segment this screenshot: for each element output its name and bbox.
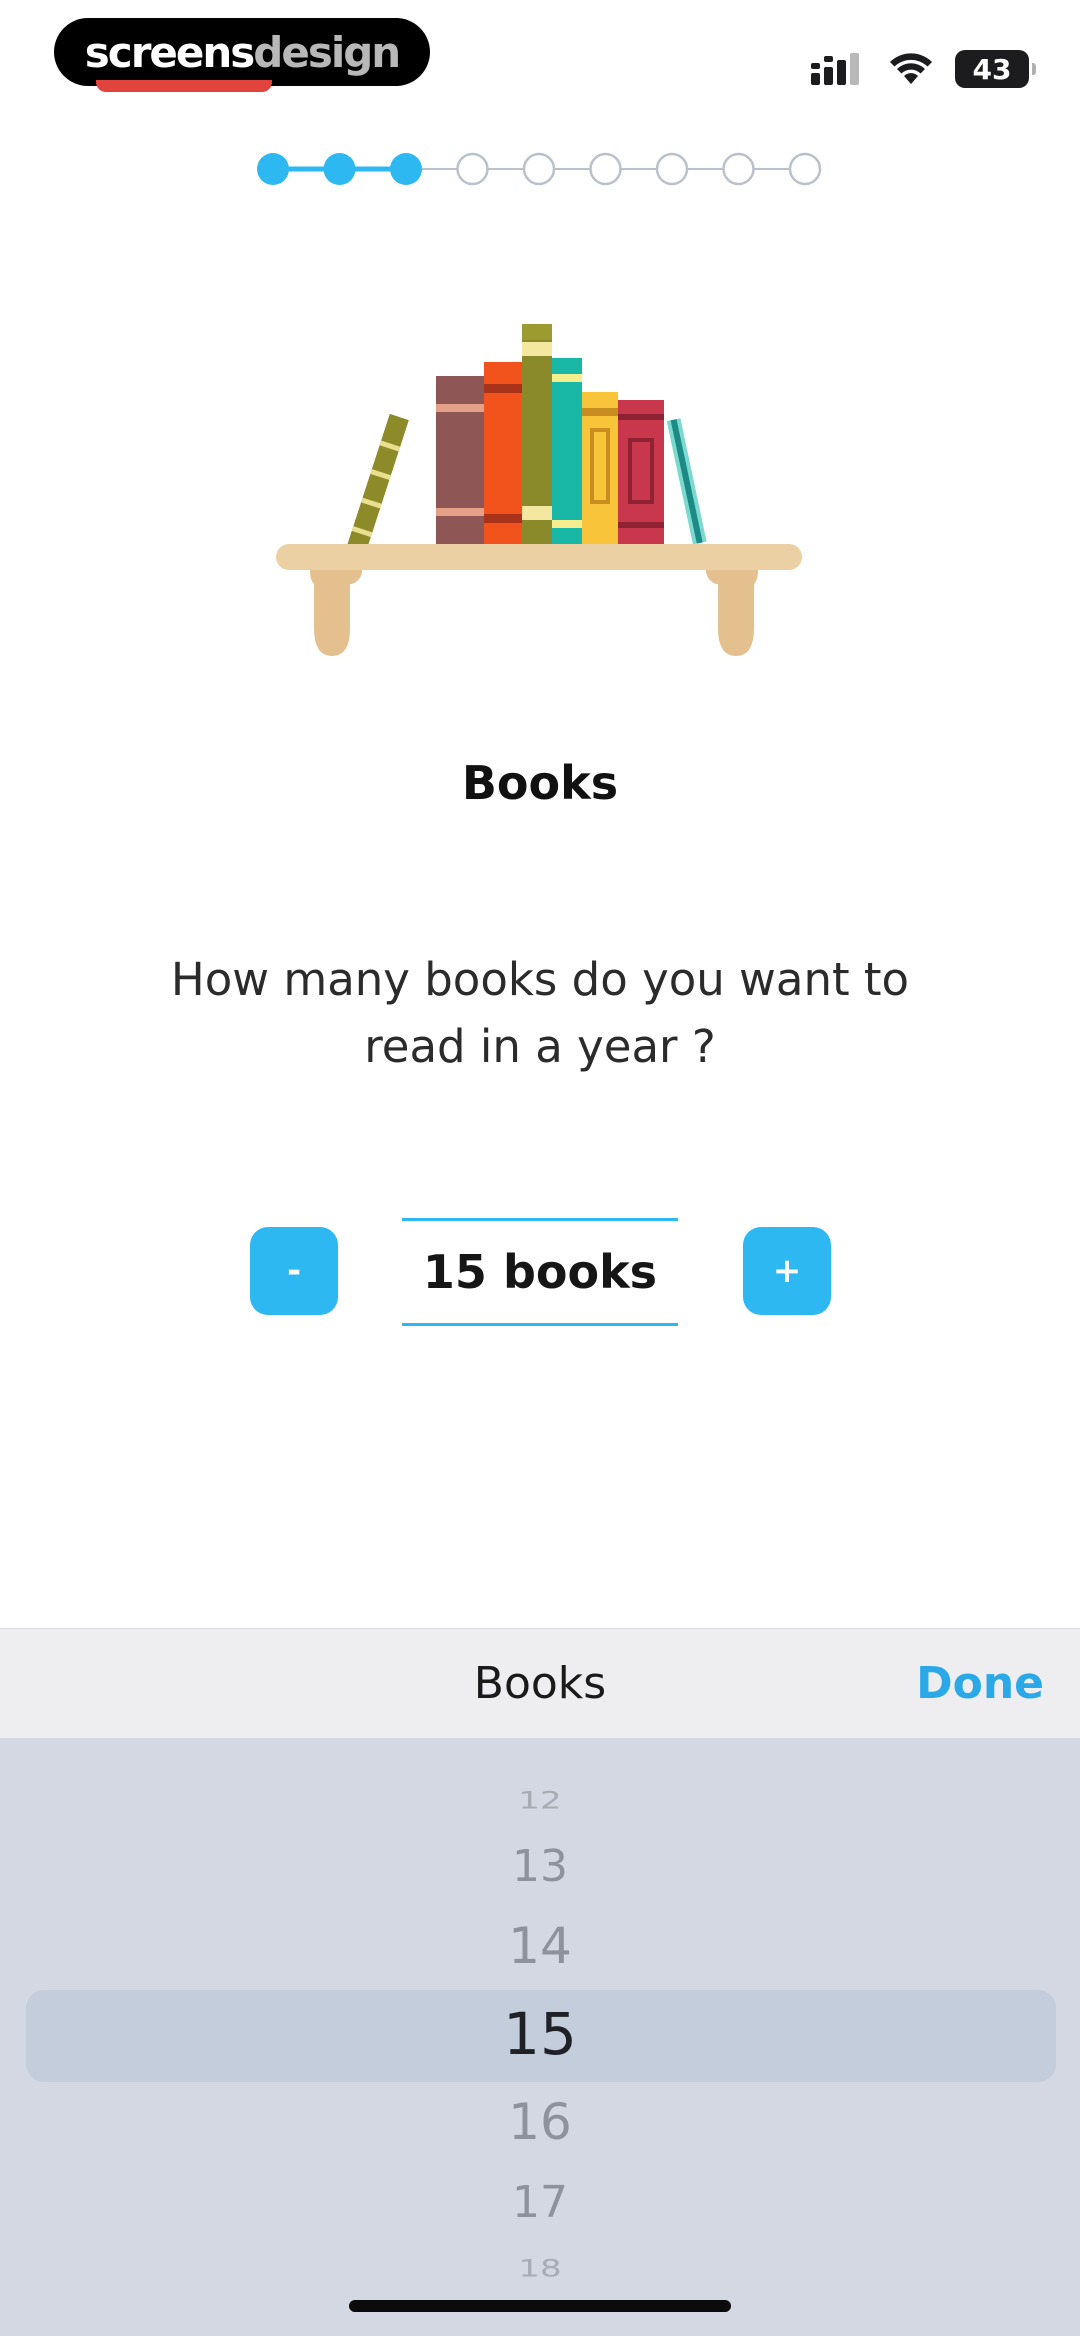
quantity-stepper: - 15 books + [0, 1218, 1080, 1326]
wifi-icon [890, 53, 932, 84]
picker-item[interactable]: 14 [0, 1917, 1080, 1975]
picker-item[interactable]: 13 [0, 1841, 1080, 1892]
battery-cap [1032, 63, 1036, 75]
books-count-field[interactable]: 15 books [402, 1218, 678, 1326]
screensdesign-watermark: screens design [54, 18, 430, 86]
question-line-1: How many books do you want to [170, 953, 910, 1006]
decrement-button[interactable]: - [250, 1227, 338, 1315]
step-dot-pending [456, 152, 489, 186]
step-dot-completed [257, 153, 289, 185]
books-goal-screen: screens design 43 Books How many books d… [0, 0, 1080, 2336]
signal-icon [811, 53, 859, 85]
picker-item[interactable]: 18 [0, 2255, 1080, 2283]
step-dot-completed [390, 153, 422, 185]
step-dot-pending [522, 152, 556, 186]
done-button[interactable]: Done [916, 1629, 1044, 1739]
picker-item[interactable]: 17 [0, 2177, 1080, 2228]
number-picker-wheel[interactable]: 12 13 14 15 16 17 18 [0, 1738, 1080, 2336]
progress-stepper [257, 152, 822, 186]
picker-item[interactable]: 16 [0, 2093, 1080, 2151]
question-line-2: read in a year ? [364, 1020, 716, 1073]
watermark-text-design: design [253, 27, 401, 77]
page-title: Books [461, 756, 619, 810]
status-icons: 43 [811, 50, 1036, 88]
increment-button[interactable]: + [743, 1227, 831, 1315]
step-dot-pending [589, 152, 622, 186]
picker-item-selected[interactable]: 15 [0, 2000, 1080, 2068]
bookshelf-illustration [276, 324, 802, 656]
watermark-text-screens: screens [84, 27, 255, 77]
home-indicator[interactable] [349, 2300, 731, 2312]
battery-icon: 43 [955, 50, 1036, 88]
recording-indicator [96, 80, 272, 92]
question-text: How many books do you want to read in a … [120, 946, 960, 1080]
picker-toolbar: Books Done [0, 1628, 1080, 1739]
step-dot-completed [323, 153, 356, 185]
step-dot-pending [722, 152, 755, 186]
step-dot-pending [655, 152, 689, 186]
battery-level: 43 [955, 50, 1029, 88]
picker-item[interactable]: 12 [0, 1787, 1080, 1815]
step-dot-pending [788, 152, 822, 186]
